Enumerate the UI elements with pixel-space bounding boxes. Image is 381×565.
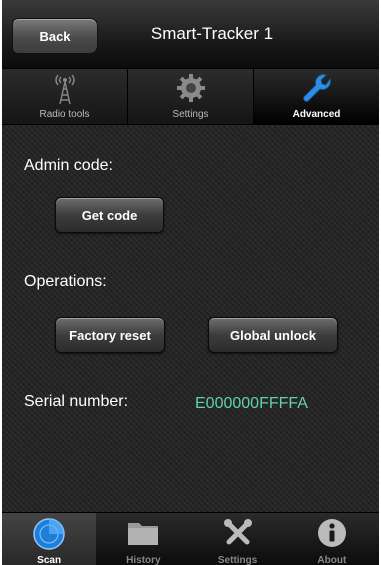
tab-history-label: History [126,555,161,565]
back-button-label: Back [39,28,71,44]
tab-settings-label: Settings [172,109,209,120]
global-unlock-button[interactable]: Global unlock [208,317,338,353]
segmented-tabs: Radio tools Settings Advanced [2,69,379,125]
global-unlock-button-label: Global unlock [230,327,316,343]
page-title: Smart-Tracker 1 [150,24,274,43]
operations-label: Operations: [24,273,107,290]
tab-radio-tools[interactable]: Radio tools [2,69,128,124]
folder-icon [127,518,159,549]
tab-settings-bottom[interactable]: Settings [191,513,285,565]
tab-settings-bottom-label: Settings [217,555,258,565]
app-screen: Back Smart-Tracker 1 Radio tools Setting… [2,0,379,565]
wrench-icon [300,73,334,110]
gear-icon [176,73,206,106]
tools-icon [223,518,253,551]
tab-advanced[interactable]: Advanced [254,69,379,124]
tab-scan-label: Scan [37,555,62,565]
get-code-button-label: Get code [81,207,138,223]
serial-number-value: E000000FFFFA [195,395,308,412]
tab-radio-tools-label: Radio tools [39,109,90,120]
radar-icon [33,518,65,553]
tab-settings[interactable]: Settings [128,69,254,124]
tab-about[interactable]: About [285,513,379,565]
tab-history[interactable]: History [96,513,190,565]
navigation-bar: Back Smart-Tracker 1 [2,0,379,69]
info-icon [317,518,347,551]
factory-reset-button-label: Factory reset [69,327,151,343]
tab-advanced-label: Advanced [292,109,341,120]
factory-reset-button[interactable]: Factory reset [55,317,165,353]
admin-code-label: Admin code: [24,157,113,174]
radio-tower-icon [53,73,77,108]
tab-about-label: About [317,555,347,565]
get-code-button[interactable]: Get code [55,197,164,233]
serial-number-label: Serial number: [24,393,129,410]
back-button[interactable]: Back [12,18,98,54]
tab-scan[interactable]: Scan [2,513,97,565]
bottom-tab-bar: Scan History Settings About [2,512,379,565]
